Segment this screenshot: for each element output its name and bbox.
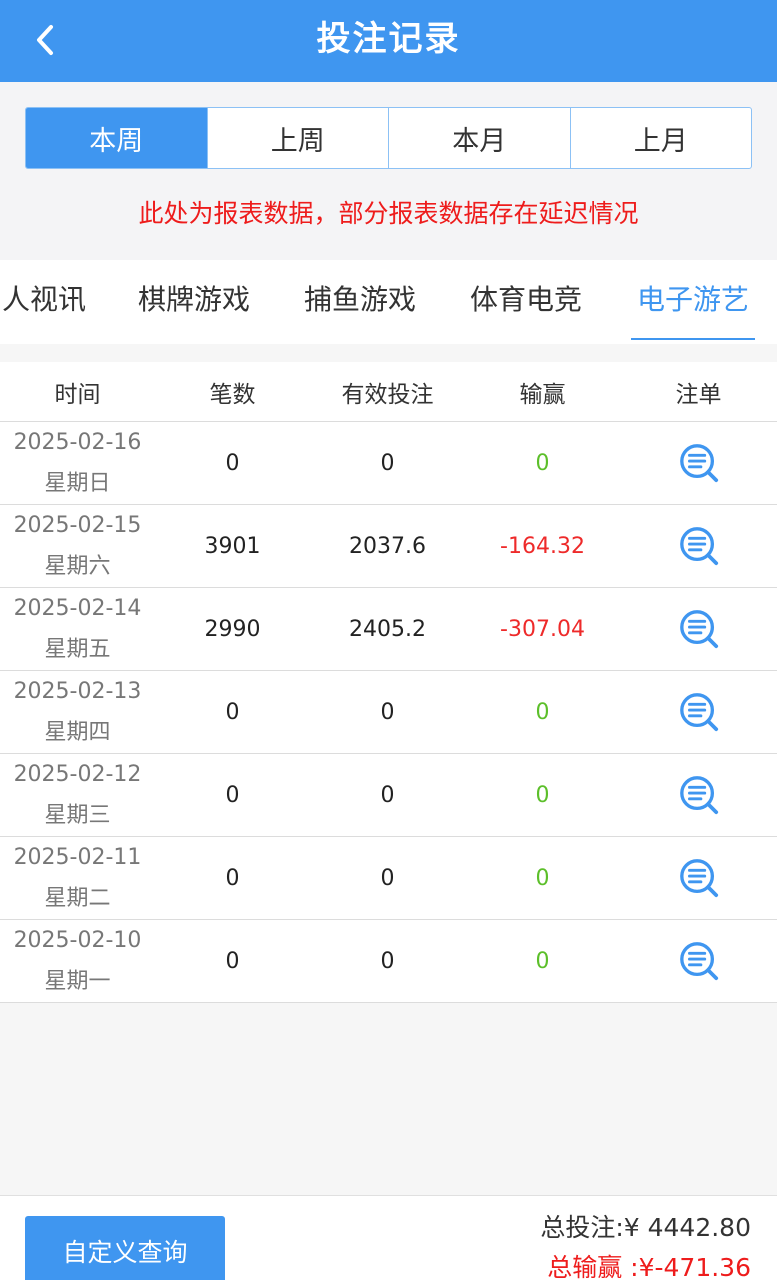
row-valid-bet: 2037.6 — [349, 533, 426, 559]
row-date: 2025-02-12 — [13, 762, 142, 787]
page-title: 投注记录 — [316, 19, 461, 59]
search-list-icon — [679, 693, 718, 732]
custom-query-button[interactable]: 自定义查询 — [25, 1216, 225, 1280]
detail-button[interactable] — [620, 940, 777, 982]
detail-button[interactable] — [620, 857, 777, 899]
row-weekday: 星期一 — [44, 969, 111, 994]
row-weekday: 星期日 — [44, 471, 111, 496]
date-cell: 2025-02-15 星期六 — [0, 505, 155, 587]
date-cell: 2025-02-11 星期二 — [0, 837, 155, 919]
row-date: 2025-02-13 — [13, 679, 142, 704]
row-weekday: 星期三 — [44, 803, 111, 828]
row-valid-bet: 0 — [380, 948, 395, 974]
date-cell: 2025-02-13 星期四 — [0, 671, 155, 753]
row-win-loss: 0 — [535, 782, 550, 808]
row-weekday: 星期六 — [44, 554, 111, 579]
row-win-loss: 0 — [535, 450, 550, 476]
row-win-loss: 0 — [535, 865, 550, 891]
row-win-loss: 0 — [535, 699, 550, 725]
row-win-loss: -307.04 — [500, 616, 585, 642]
table-row: 2025-02-10 星期一 0 0 0 — [0, 920, 777, 1003]
row-win-loss: 0 — [535, 948, 550, 974]
detail-button[interactable] — [620, 442, 777, 484]
row-date: 2025-02-10 — [13, 928, 142, 953]
category-tabs: 人视讯 棋牌游戏 捕鱼游戏 体育电竞 电子游艺 — [0, 260, 777, 344]
date-cell: 2025-02-14 星期五 — [0, 588, 155, 670]
row-valid-bet: 2405.2 — [349, 616, 426, 642]
row-date: 2025-02-11 — [13, 845, 142, 870]
row-date: 2025-02-16 — [13, 430, 142, 455]
table-row: 2025-02-16 星期日 0 0 0 — [0, 422, 777, 505]
app-header: 投注记录 — [0, 0, 777, 82]
detail-button[interactable] — [620, 608, 777, 650]
total-bet: 总投注:¥ 4442.80 — [540, 1213, 751, 1242]
header-win-loss: 输赢 — [519, 381, 566, 408]
date-cell: 2025-02-12 星期三 — [0, 754, 155, 836]
row-count: 0 — [225, 450, 240, 476]
detail-button[interactable] — [620, 691, 777, 733]
row-win-loss: -164.32 — [500, 533, 585, 559]
tab-card-games[interactable]: 棋牌游戏 — [138, 260, 250, 344]
tab-live-video[interactable]: 人视讯 — [2, 260, 86, 344]
row-count: 0 — [225, 699, 240, 725]
search-list-icon — [679, 942, 718, 981]
table-row: 2025-02-12 星期三 0 0 0 — [0, 754, 777, 837]
search-list-icon — [679, 610, 718, 649]
row-valid-bet: 0 — [380, 699, 395, 725]
table-header: 时间 笔数 有效投注 输赢 注单 — [0, 362, 777, 422]
table-row: 2025-02-15 星期六 3901 2037.6 -164.32 — [0, 505, 777, 588]
row-count: 0 — [225, 865, 240, 891]
summary-footer: 自定义查询 总投注:¥ 4442.80 总输赢 :¥-471.36 — [0, 1195, 777, 1280]
row-valid-bet: 0 — [380, 865, 395, 891]
date-cell: 2025-02-16 星期日 — [0, 422, 155, 504]
header-count: 笔数 — [209, 381, 256, 408]
row-weekday: 星期五 — [44, 637, 111, 662]
row-valid-bet: 0 — [380, 450, 395, 476]
row-count: 3901 — [204, 533, 261, 559]
row-count: 0 — [225, 782, 240, 808]
row-weekday: 星期四 — [44, 720, 111, 745]
tab-fishing-games[interactable]: 捕鱼游戏 — [304, 260, 416, 344]
bet-record-table: 时间 笔数 有效投注 输赢 注单 2025-02-16 星期日 0 0 0 202… — [0, 362, 777, 1003]
detail-button[interactable] — [620, 774, 777, 816]
row-count: 0 — [225, 948, 240, 974]
row-weekday: 星期二 — [44, 886, 111, 911]
tab-electronic-games[interactable]: 电子游艺 — [637, 260, 749, 344]
period-filter-area: 本周 上周 本月 上月 此处为报表数据，部分报表数据存在延迟情况 — [0, 82, 777, 260]
tab-sports-esports[interactable]: 体育电竞 — [470, 260, 582, 344]
search-list-icon — [679, 527, 718, 566]
header-time: 时间 — [54, 381, 101, 408]
row-valid-bet: 0 — [380, 782, 395, 808]
table-row: 2025-02-13 星期四 0 0 0 — [0, 671, 777, 754]
active-tab-underline — [631, 338, 755, 340]
tab-last-month[interactable]: 上月 — [569, 108, 752, 168]
tab-last-week[interactable]: 上周 — [206, 108, 389, 168]
header-valid-bet: 有效投注 — [341, 381, 434, 408]
table-row: 2025-02-14 星期五 2990 2405.2 -307.04 — [0, 588, 777, 671]
search-list-icon — [679, 859, 718, 898]
table-row: 2025-02-11 星期二 0 0 0 — [0, 837, 777, 920]
search-list-icon — [679, 776, 718, 815]
row-date: 2025-02-14 — [13, 596, 142, 621]
total-win-loss: 总输赢 :¥-471.36 — [547, 1253, 751, 1280]
search-list-icon — [679, 444, 718, 483]
period-tabs: 本周 上周 本月 上月 — [25, 107, 752, 169]
tab-this-week[interactable]: 本周 — [26, 108, 207, 168]
detail-button[interactable] — [620, 525, 777, 567]
date-cell: 2025-02-10 星期一 — [0, 920, 155, 1002]
tab-this-month[interactable]: 本月 — [388, 108, 570, 168]
row-date: 2025-02-15 — [13, 513, 142, 538]
row-count: 2990 — [204, 616, 261, 642]
header-bet-slip: 注单 — [675, 381, 722, 408]
delay-notice: 此处为报表数据，部分报表数据存在延迟情况 — [138, 199, 639, 228]
